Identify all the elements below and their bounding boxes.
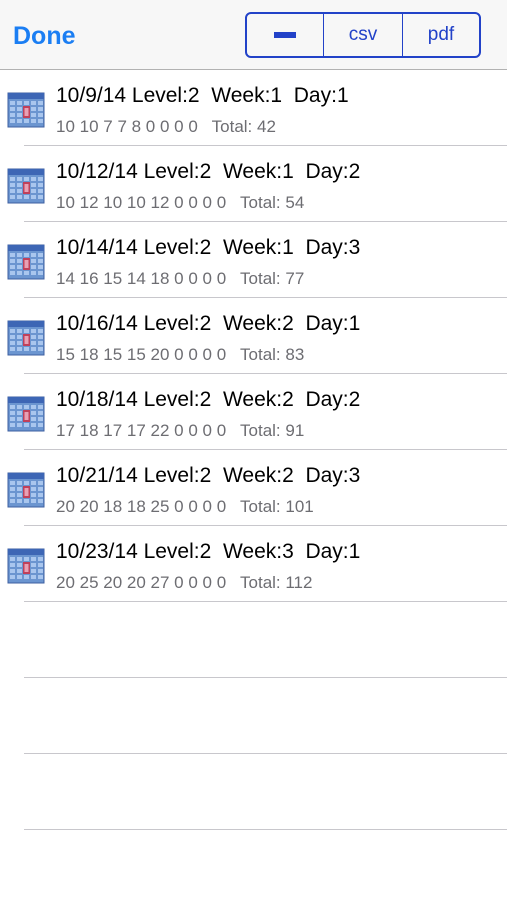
row-subtitle: 17 18 17 17 22 0 0 0 0 Total: 91 — [56, 421, 305, 440]
list-item[interactable]: 10/9/14 Level:2 Week:1 Day:1 10 10 7 7 8… — [0, 70, 507, 146]
calendar-icon — [7, 472, 45, 508]
calendar-icon — [7, 548, 45, 584]
row-subtitle: 14 16 15 14 18 0 0 0 0 Total: 77 — [56, 269, 305, 288]
row-title: 10/9/14 Level:2 Week:1 Day:1 — [56, 84, 349, 107]
row-subtitle: 10 10 7 7 8 0 0 0 0 Total: 42 — [56, 117, 276, 136]
calendar-icon — [7, 168, 45, 204]
workout-log-list: 10/9/14 Level:2 Week:1 Day:1 10 10 7 7 8… — [0, 70, 507, 830]
list-item[interactable]: 10/16/14 Level:2 Week:2 Day:1 15 18 15 1… — [0, 298, 507, 374]
csv-segment-button[interactable]: csv — [324, 14, 403, 56]
empty-row — [0, 678, 507, 754]
minus-icon — [274, 32, 296, 38]
remove-segment-button[interactable] — [247, 14, 324, 56]
pdf-segment-button[interactable]: pdf — [403, 14, 479, 56]
empty-row — [0, 754, 507, 830]
list-item[interactable]: 10/14/14 Level:2 Week:1 Day:3 14 16 15 1… — [0, 222, 507, 298]
navigation-bar: Done csv pdf — [0, 0, 507, 70]
row-title: 10/23/14 Level:2 Week:3 Day:1 — [56, 540, 361, 563]
list-item[interactable]: 10/18/14 Level:2 Week:2 Day:2 17 18 17 1… — [0, 374, 507, 450]
row-title: 10/14/14 Level:2 Week:1 Day:3 — [56, 236, 361, 259]
row-subtitle: 20 20 18 18 25 0 0 0 0 Total: 101 — [56, 497, 314, 516]
list-item[interactable]: 10/12/14 Level:2 Week:1 Day:2 10 12 10 1… — [0, 146, 507, 222]
calendar-icon — [7, 396, 45, 432]
row-title: 10/16/14 Level:2 Week:2 Day:1 — [56, 312, 361, 335]
list-item[interactable]: 10/23/14 Level:2 Week:3 Day:1 20 25 20 2… — [0, 526, 507, 602]
row-subtitle: 10 12 10 10 12 0 0 0 0 Total: 54 — [56, 193, 305, 212]
row-subtitle: 20 25 20 20 27 0 0 0 0 Total: 112 — [56, 573, 313, 592]
calendar-icon — [7, 320, 45, 356]
calendar-icon — [7, 244, 45, 280]
row-title: 10/12/14 Level:2 Week:1 Day:2 — [56, 160, 361, 183]
export-segmented-control: csv pdf — [245, 12, 481, 58]
list-item[interactable]: 10/21/14 Level:2 Week:2 Day:3 20 20 18 1… — [0, 450, 507, 526]
row-title: 10/21/14 Level:2 Week:2 Day:3 — [56, 464, 361, 487]
calendar-icon — [7, 92, 45, 128]
row-title: 10/18/14 Level:2 Week:2 Day:2 — [56, 388, 361, 411]
done-button[interactable]: Done — [13, 20, 76, 52]
row-separator — [24, 829, 507, 830]
row-subtitle: 15 18 15 15 20 0 0 0 0 Total: 83 — [56, 345, 305, 364]
empty-row — [0, 602, 507, 678]
